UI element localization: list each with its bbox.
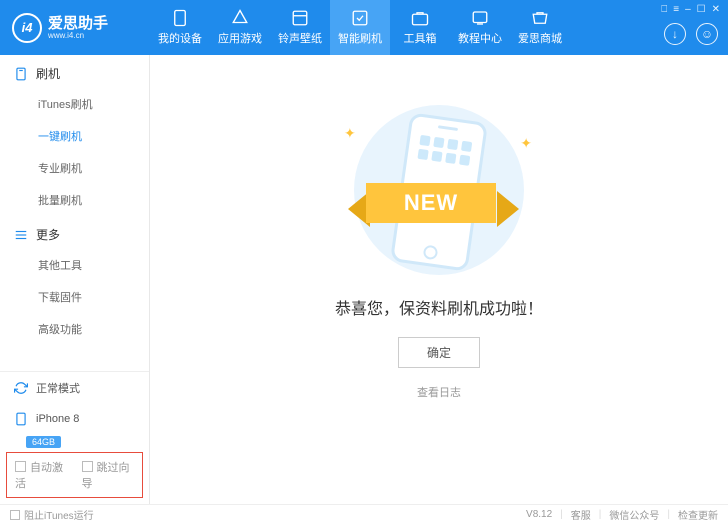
tab-icon (230, 9, 250, 27)
device-name: iPhone 8 (36, 413, 79, 425)
win-control-0[interactable]: ⎕ (661, 4, 667, 15)
app-url: www.i4.cn (48, 31, 108, 40)
success-illustration: ✦✦ NEW (334, 105, 544, 275)
tab-icon (470, 9, 490, 27)
new-banner: NEW (366, 183, 496, 223)
phone-icon (14, 412, 28, 426)
tab-icon (410, 9, 430, 27)
success-message: 恭喜您，保资料刷机成功啦！ (335, 295, 543, 319)
tab-0[interactable]: 我的设备 (150, 0, 210, 55)
sidebar-item[interactable]: 下载固件 (0, 281, 149, 313)
win-control-2[interactable]: – (685, 4, 691, 15)
version-label: V8.12 (526, 509, 552, 520)
sidebar-item[interactable]: 一键刷机 (0, 120, 149, 152)
sidebar-item[interactable]: iTunes刷机 (0, 88, 149, 120)
sidebar-item[interactable]: 其他工具 (0, 249, 149, 281)
tab-2[interactable]: 铃声壁纸 (270, 0, 330, 55)
section-icon (14, 228, 28, 242)
tab-5[interactable]: 教程中心 (450, 0, 510, 55)
ok-button[interactable]: 确定 (398, 337, 480, 368)
app-name: 爱思助手 (48, 16, 108, 31)
view-log-link[interactable]: 查看日志 (417, 384, 461, 400)
tab-4[interactable]: 工具箱 (390, 0, 450, 55)
skip-wizard-checkbox[interactable]: 跳过向导 (82, 459, 135, 491)
user-button[interactable]: ☺ (696, 23, 718, 45)
win-control-3[interactable]: ☐ (697, 4, 706, 15)
sidebar-item[interactable]: 批量刷机 (0, 184, 149, 216)
tab-icon (290, 9, 310, 27)
status-bar: 阻止iTunes运行 V8.12 | 客服 | 微信公众号 | 检查更新 (0, 504, 728, 524)
auto-activate-checkbox[interactable]: 自动激活 (15, 459, 68, 491)
win-control-1[interactable]: ≡ (673, 4, 679, 15)
support-link[interactable]: 客服 (571, 507, 591, 522)
device-mode[interactable]: 正常模式 (0, 372, 149, 404)
flash-options: 自动激活 跳过向导 (6, 452, 143, 498)
main-tabs: 我的设备应用游戏铃声壁纸智能刷机工具箱教程中心爱思商城 (150, 0, 570, 55)
logo: i4 爱思助手 www.i4.cn (0, 13, 150, 43)
update-link[interactable]: 检查更新 (678, 507, 718, 522)
sidebar-item[interactable]: 专业刷机 (0, 152, 149, 184)
refresh-icon (14, 381, 28, 395)
download-button[interactable]: ↓ (664, 23, 686, 45)
logo-icon: i4 (12, 13, 42, 43)
wechat-link[interactable]: 微信公众号 (609, 507, 659, 522)
sidebar: 刷机iTunes刷机一键刷机专业刷机批量刷机更多其他工具下载固件高级功能 正常模… (0, 55, 150, 504)
tab-icon (170, 9, 190, 27)
tab-icon (350, 9, 370, 27)
block-itunes-checkbox[interactable]: 阻止iTunes运行 (10, 507, 94, 522)
mode-label: 正常模式 (36, 380, 80, 396)
window-controls: ⎕ ≡–☐ ✕ (661, 4, 720, 15)
device-info[interactable]: iPhone 8 (0, 404, 149, 434)
tab-1[interactable]: 应用游戏 (210, 0, 270, 55)
win-control-4[interactable]: ✕ (712, 4, 720, 15)
sidebar-item[interactable]: 高级功能 (0, 313, 149, 345)
tab-6[interactable]: 爱思商城 (510, 0, 570, 55)
tab-icon (530, 9, 550, 27)
tab-3[interactable]: 智能刷机 (330, 0, 390, 55)
storage-badge: 64GB (26, 436, 61, 448)
app-header: i4 爱思助手 www.i4.cn 我的设备应用游戏铃声壁纸智能刷机工具箱教程中… (0, 0, 728, 55)
section-icon (14, 67, 28, 81)
sidebar-section-0: 刷机 (0, 55, 149, 88)
main-content: ✦✦ NEW 恭喜您，保资料刷机成功啦！ 确定 查看日志 (150, 55, 728, 504)
sidebar-section-1: 更多 (0, 216, 149, 249)
